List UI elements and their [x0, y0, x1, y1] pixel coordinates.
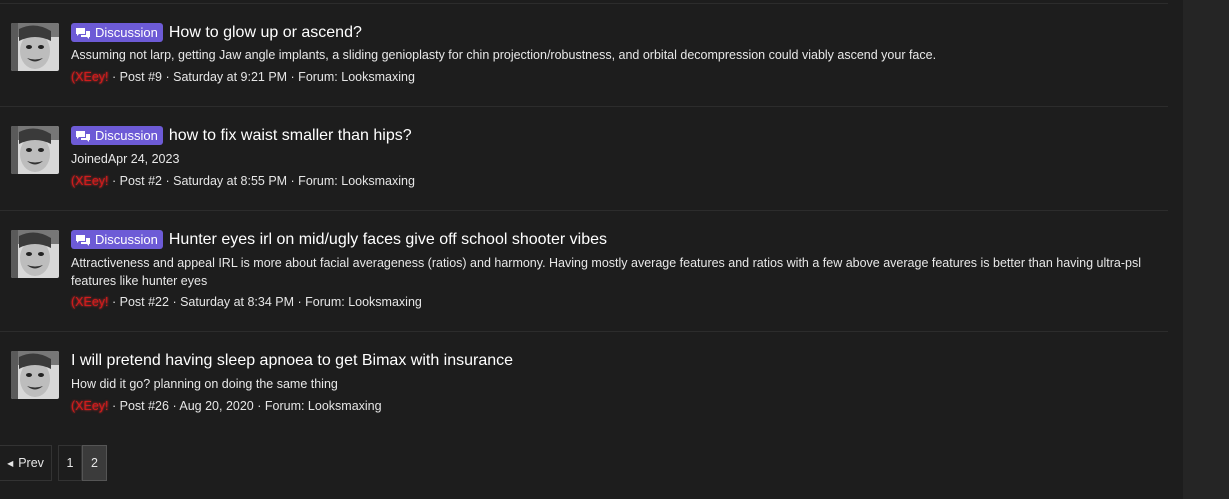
result-snippet: JoinedApr 24, 2023 [71, 152, 180, 166]
result-title[interactable]: I will pretend having sleep apnoea to ge… [71, 352, 513, 370]
result-meta: (XEey! · Post #26 · Aug 20, 2020 · Forum… [71, 399, 382, 413]
discussion-badge: Discussion [71, 230, 163, 249]
chat-bubbles-icon [76, 234, 90, 246]
username-link[interactable]: (XEey! [71, 70, 109, 84]
search-result: Discussion How to glow up or ascend? Ass… [0, 4, 1168, 107]
result-snippet: Assuming not larp, getting Jaw angle imp… [71, 48, 937, 62]
result-snippet: Attractiveness and appeal IRL is more ab… [71, 256, 1142, 288]
username-link[interactable]: (XEey! [71, 295, 109, 309]
meta-text: · Post #26 · Aug 20, 2020 · Forum: Looks… [108, 399, 382, 413]
result-title[interactable]: how to fix waist smaller than hips? [169, 127, 412, 145]
discussion-badge: Discussion [71, 23, 163, 42]
chat-bubbles-icon [76, 27, 90, 39]
avatar[interactable] [11, 126, 59, 174]
result-title-row: Discussion Hunter eyes irl on mid/ugly f… [71, 230, 607, 249]
result-snippet: How did it go? planning on doing the sam… [71, 377, 338, 391]
prev-page-button[interactable]: ◀ Prev [0, 445, 52, 481]
meta-text: · Post #2 · Saturday at 8:55 PM · Forum:… [108, 174, 415, 188]
result-meta: (XEey! · Post #2 · Saturday at 8:55 PM ·… [71, 174, 415, 188]
result-meta: (XEey! · Post #22 · Saturday at 8:34 PM … [71, 295, 422, 309]
chat-bubbles-icon [76, 130, 90, 142]
username-link[interactable]: (XEey! [71, 399, 109, 413]
avatar[interactable] [11, 230, 59, 278]
page-1-button[interactable]: 1 [58, 445, 82, 481]
search-result: Discussion Hunter eyes irl on mid/ugly f… [0, 211, 1168, 332]
pagination: ◀ Prev 1 2 [0, 445, 107, 481]
search-result: Discussion how to fix waist smaller than… [0, 107, 1168, 211]
username-link[interactable]: (XEey! [71, 174, 109, 188]
search-result: I will pretend having sleep apnoea to ge… [0, 332, 1168, 433]
result-meta: (XEey! · Post #9 · Saturday at 9:21 PM ·… [71, 70, 415, 84]
result-title[interactable]: Hunter eyes irl on mid/ugly faces give o… [169, 231, 607, 249]
avatar[interactable] [11, 351, 59, 399]
avatar[interactable] [11, 23, 59, 71]
result-title-row: Discussion how to fix waist smaller than… [71, 126, 412, 145]
search-results-panel: Discussion How to glow up or ascend? Ass… [0, 0, 1183, 499]
result-title-row: I will pretend having sleep apnoea to ge… [71, 352, 513, 370]
caret-left-icon: ◀ [7, 458, 14, 468]
meta-text: · Post #9 · Saturday at 9:21 PM · Forum:… [108, 70, 415, 84]
discussion-badge: Discussion [71, 126, 163, 145]
meta-text: · Post #22 · Saturday at 8:34 PM · Forum… [108, 295, 422, 309]
result-title-row: Discussion How to glow up or ascend? [71, 23, 362, 42]
page-2-button-current[interactable]: 2 [82, 445, 107, 481]
scrollbar-gutter [1183, 0, 1229, 499]
result-title[interactable]: How to glow up or ascend? [169, 24, 362, 42]
